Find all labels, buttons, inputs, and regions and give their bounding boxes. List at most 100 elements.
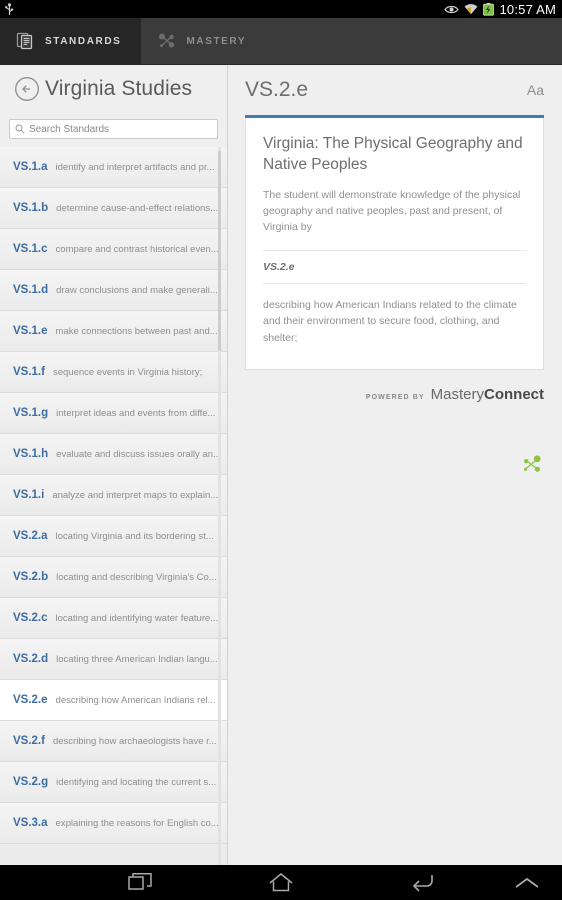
standard-item-description: locating Virginia and its bordering st..… — [55, 530, 214, 542]
standard-list-item[interactable]: VS.1.f sequence events in Virginia histor… — [0, 352, 227, 393]
tab-standards-label: STANDARDS — [45, 35, 122, 47]
sidebar-header: Virginia Studies — [0, 65, 227, 113]
standard-item-description: explaining the reasons for English co... — [55, 817, 219, 829]
card-standard-code: VS.2.e — [263, 260, 295, 273]
nav-expand-button[interactable] — [492, 876, 562, 890]
standard-detail-panel: VS.2.e Aa Virginia: The Physical Geograp… — [228, 65, 562, 865]
standard-list-item[interactable]: VS.2.a locating Virginia and its borderin… — [0, 516, 227, 557]
usb-icon — [5, 2, 14, 15]
search-input[interactable]: Search Standards — [9, 119, 218, 139]
standard-item-code: VS.1.i — [13, 489, 45, 501]
card-title: Virginia: The Physical Geography and Nat… — [263, 135, 523, 173]
standard-item-description: locating three American Indian langu... — [56, 653, 218, 665]
standard-item-code: VS.1.a — [13, 161, 48, 173]
page-title: Virginia Studies — [45, 77, 193, 100]
standard-list-item[interactable]: VS.1.e make connections between past and.… — [0, 311, 227, 352]
standard-item-code: VS.2.g — [13, 776, 49, 788]
standards-list[interactable]: VS.1.a identify and interpret artifacts a… — [0, 147, 227, 865]
standard-list-item[interactable]: VS.2.b locating and describing Virginia's… — [0, 557, 227, 598]
standard-item-code: VS.2.f — [13, 735, 45, 747]
standard-item-description: evaluate and discuss issues orally an... — [56, 448, 221, 460]
network-nodes-logo-icon — [524, 455, 541, 472]
standard-item-code: VS.1.h — [13, 448, 49, 460]
tab-standards[interactable]: STANDARDS — [0, 18, 142, 64]
standard-list-item[interactable]: VS.1.h evaluate and discuss issues orally… — [0, 434, 227, 475]
search-container: Search Standards — [0, 113, 227, 147]
standard-item-code: VS.1.g — [13, 407, 49, 419]
standard-list-item[interactable]: VS.1.i analyze and interpret maps to expl… — [0, 475, 227, 516]
list-scrollbar-thumb[interactable] — [218, 151, 221, 351]
standard-item-description: locating and describing Virginia's Co... — [56, 571, 217, 583]
detail-code: VS.2.e — [245, 78, 309, 101]
standard-item-code: VS.2.d — [13, 653, 49, 665]
search-placeholder: Search Standards — [29, 123, 110, 135]
standard-item-description: describing how archaeologists have r... — [52, 735, 217, 747]
tab-bar: STANDARDS MASTERY — [0, 18, 562, 65]
standard-list-item[interactable]: VS.2.e describing how American Indians re… — [0, 680, 227, 721]
brand-name-bold: Connect — [484, 386, 544, 404]
font-size-button[interactable]: Aa — [527, 82, 544, 98]
chevron-up-icon — [515, 877, 539, 888]
standard-item-code: VS.1.d — [13, 284, 49, 296]
standard-card: Virginia: The Physical Geography and Nat… — [245, 118, 544, 371]
status-right-icons: 10:57 AM — [444, 1, 556, 17]
android-status-bar: 10:57 AM — [0, 0, 562, 18]
standard-list-item[interactable]: VS.1.g interpret ideas and events from di… — [0, 393, 227, 434]
standard-list-item[interactable]: VS.1.b determine cause-and-effect relatio… — [0, 188, 227, 229]
nav-recents-button[interactable] — [70, 872, 211, 893]
status-left-icons — [4, 2, 15, 16]
card-subtitle: The student will demonstrate knowledge o… — [263, 188, 521, 234]
standard-item-code: VS.1.b — [13, 202, 49, 214]
card-divider-top — [263, 249, 526, 251]
standard-list-item[interactable]: VS.1.c compare and contrast historical ev… — [0, 229, 227, 270]
standard-list-item[interactable]: VS.1.d draw conclusions and make generali… — [0, 270, 227, 311]
tab-mastery-label: MASTERY — [186, 35, 247, 47]
standard-item-code: VS.2.c — [13, 612, 48, 624]
standard-item-description: make connections between past and... — [55, 325, 218, 337]
circle-back-arrow-icon[interactable] — [14, 76, 40, 102]
standard-item-description: analyze and interpret maps to explain... — [52, 489, 219, 501]
nav-home-button[interactable] — [211, 872, 352, 893]
search-icon — [15, 124, 25, 134]
standard-item-description: interpret ideas and events from diffe... — [56, 407, 216, 419]
standard-card-wrapper: Virginia: The Physical Geography and Nat… — [245, 115, 544, 371]
standard-item-code: VS.2.b — [13, 571, 49, 583]
recents-icon — [128, 873, 152, 890]
nav-back-button[interactable] — [351, 872, 492, 893]
standard-list-item[interactable]: VS.2.c locating and identifying water fea… — [0, 598, 227, 639]
status-clock: 10:57 AM — [499, 1, 556, 17]
tab-mastery[interactable]: MASTERY — [141, 18, 266, 64]
standard-item-code: VS.1.f — [13, 366, 45, 378]
eye-icon — [444, 5, 460, 13]
standard-item-description: locating and identifying water feature..… — [55, 612, 219, 624]
standard-list-item[interactable]: VS.1.a identify and interpret artifacts a… — [0, 147, 227, 188]
brand-name: MasteryConnect — [431, 386, 544, 403]
standard-item-description: identifying and locating the current s..… — [56, 776, 217, 788]
standard-list-item[interactable]: VS.2.d locating three American Indian lan… — [0, 639, 227, 680]
standard-item-description: describing how American Indians rel... — [55, 694, 216, 706]
battery-icon — [483, 2, 495, 16]
wifi-icon — [465, 4, 478, 15]
standard-item-code: VS.1.c — [13, 243, 48, 255]
card-divider-bottom — [263, 282, 526, 284]
standard-list-item[interactable]: VS.2.f describing how archaeologists have… — [0, 721, 227, 762]
main-content: Virginia Studies Search Standards VS.1.a… — [0, 65, 562, 865]
brand-name-light: Mastery — [430, 386, 484, 404]
powered-by-label: POWERED BY — [365, 394, 425, 402]
standard-item-code: VS.2.e — [13, 694, 48, 706]
standard-item-description: identify and interpret artifacts and pr.… — [55, 161, 215, 173]
standard-item-description: compare and contrast historical even... — [55, 243, 219, 255]
app-root: 10:57 AM STANDARDS MASTERY Virginia Stud… — [0, 0, 562, 900]
standard-item-description: draw conclusions and make generali... — [56, 284, 218, 296]
network-nodes-icon — [159, 33, 175, 48]
back-icon — [412, 875, 433, 892]
standard-list-item[interactable]: VS.3.a explaining the reasons for English… — [0, 803, 227, 844]
standard-item-description: determine cause-and-effect relations... — [56, 202, 219, 214]
documents-icon — [16, 32, 33, 50]
standard-list-item[interactable]: VS.2.g identifying and locating the curre… — [0, 762, 227, 803]
standard-item-description: sequence events in Virginia history; — [52, 366, 203, 378]
standards-sidebar: Virginia Studies Search Standards VS.1.a… — [0, 65, 228, 865]
standard-item-code: VS.2.a — [13, 530, 48, 542]
standard-item-code: VS.3.a — [13, 817, 48, 829]
masteryconnect-branding: POWERED BY MasteryConnect — [228, 386, 544, 472]
